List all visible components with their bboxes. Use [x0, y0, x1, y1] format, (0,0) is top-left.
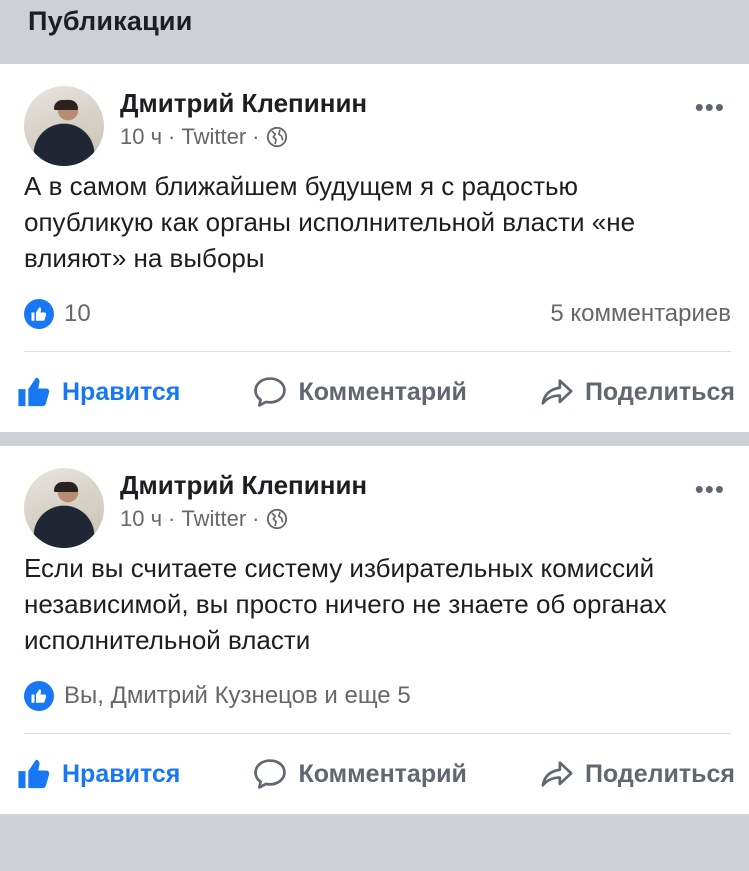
comment-button[interactable]: Комментарий — [252, 375, 467, 409]
post-header: Дмитрий Клепинин 10 ч · Twitter · ••• — [24, 64, 731, 166]
reactions-names: Вы, Дмитрий Кузнецов и еще 5 — [64, 681, 411, 709]
more-icon[interactable]: ••• — [695, 476, 725, 502]
share-button[interactable]: Поделиться — [539, 757, 735, 791]
share-icon — [541, 761, 573, 787]
post-time[interactable]: 10 ч — [120, 506, 162, 532]
share-label: Поделиться — [584, 759, 735, 788]
post: Дмитрий Клепинин 10 ч · Twitter · ••• Ес… — [0, 446, 749, 814]
author-name[interactable]: Дмитрий Клепинин — [120, 470, 367, 501]
like-button[interactable]: Нравится — [16, 757, 180, 791]
meta-separator: · — [252, 124, 260, 149]
post-time[interactable]: 10 ч — [120, 124, 162, 150]
share-icon — [541, 379, 573, 405]
section-title: Публикации — [28, 6, 193, 36]
like-badge-icon — [24, 298, 54, 329]
like-button[interactable]: Нравится — [16, 375, 180, 409]
like-badge-icon — [24, 680, 54, 711]
post-source: Twitter — [181, 506, 247, 531]
globe-icon — [266, 126, 287, 148]
post-text: А в самом ближайшем будущем я с радостью… — [24, 171, 636, 273]
comment-label: Комментарий — [298, 377, 467, 406]
share-button[interactable]: Поделиться — [539, 375, 735, 409]
reactions-count: 10 — [64, 299, 91, 327]
avatar[interactable] — [24, 468, 104, 548]
globe-icon — [266, 508, 287, 530]
section-header: Публикации — [0, 0, 749, 64]
meta-separator: · — [168, 506, 176, 531]
share-label: Поделиться — [584, 377, 735, 406]
reactions-bar: Вы, Дмитрий Кузнецов и еще 5 — [24, 658, 731, 734]
post-text: Если вы считаете систему избирательных к… — [24, 553, 667, 655]
comment-icon — [254, 759, 287, 789]
post-meta: 10 ч · Twitter · — [120, 506, 288, 532]
comment-label: Комментарий — [298, 759, 467, 788]
post: Дмитрий Клепинин 10 ч · Twitter · ••• А … — [0, 64, 749, 432]
like-label: Нравится — [62, 377, 181, 406]
thumbs-up-icon — [18, 759, 50, 789]
action-bar: Нравится Комментарий Поделиться — [16, 352, 735, 432]
comments-count[interactable]: 5 комментариев — [550, 300, 731, 328]
reactions-summary[interactable]: 10 — [24, 298, 91, 329]
author-name[interactable]: Дмитрий Клепинин — [120, 88, 367, 119]
reactions-summary[interactable]: Вы, Дмитрий Кузнецов и еще 5 — [24, 680, 411, 711]
more-icon[interactable]: ••• — [695, 94, 725, 120]
action-bar: Нравится Комментарий Поделиться — [16, 734, 735, 814]
avatar[interactable] — [24, 86, 104, 166]
post-meta: 10 ч · Twitter · — [120, 124, 288, 150]
thumbs-up-icon — [18, 377, 50, 407]
comment-icon — [254, 377, 287, 407]
like-label: Нравится — [62, 759, 181, 788]
meta-separator: · — [252, 506, 260, 531]
comment-button[interactable]: Комментарий — [252, 757, 467, 791]
post-header: Дмитрий Клепинин 10 ч · Twitter · ••• — [24, 446, 731, 548]
post-source: Twitter — [181, 124, 247, 149]
reactions-bar: 10 5 комментариев — [24, 276, 731, 352]
meta-separator: · — [168, 124, 176, 149]
